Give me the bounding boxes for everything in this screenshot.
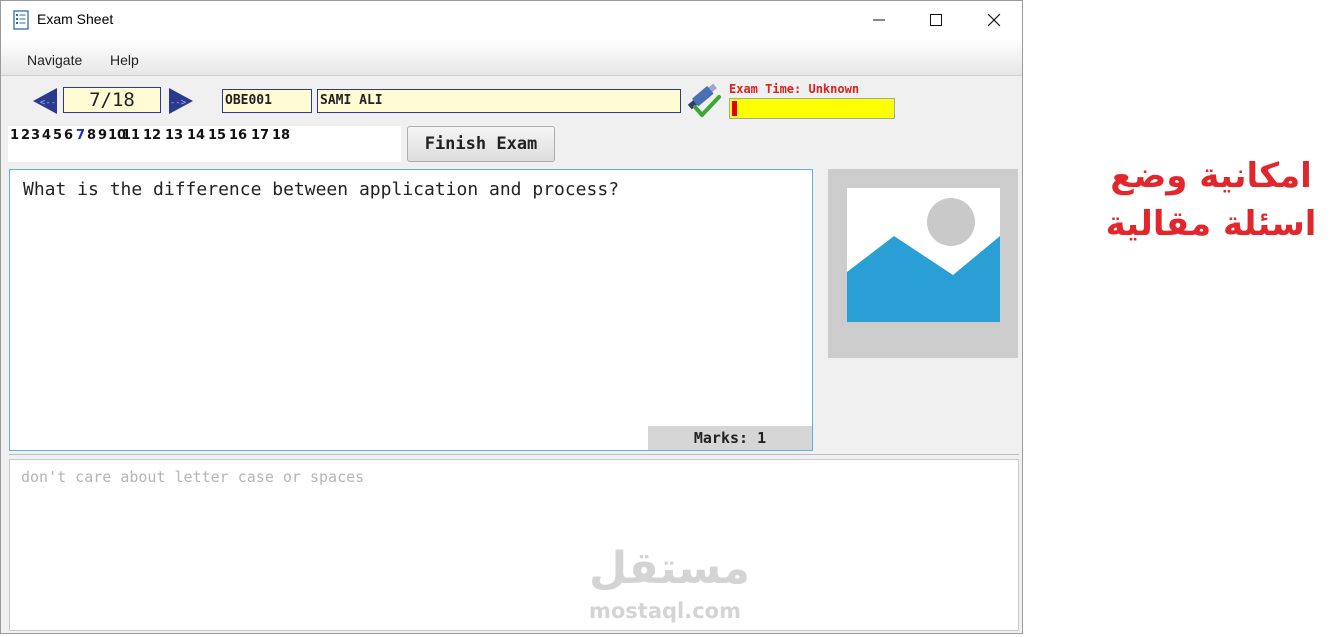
caption-line-2: اسئلة مقالية [1105,204,1317,244]
question-text: What is the difference between applicati… [23,179,620,200]
question-number-13[interactable]: 13 [165,128,183,143]
question-number-8[interactable]: 8 [87,128,96,143]
question-number-6[interactable]: 6 [64,128,73,143]
finish-exam-button[interactable]: Finish Exam [407,126,555,162]
question-number-17[interactable]: 17 [251,128,269,143]
minimize-icon [873,19,885,21]
question-number-14[interactable]: 14 [187,128,205,143]
answer-input[interactable]: don't care about letter case or spaces [9,459,1019,631]
question-number-7[interactable]: 7 [76,128,85,143]
question-panel: What is the difference between applicati… [9,169,813,451]
question-number-11[interactable]: 11 [122,128,140,143]
watermark-arabic: مستقل [589,543,750,594]
close-button[interactable] [965,1,1023,39]
close-icon [987,13,1001,27]
question-number-5[interactable]: 5 [53,128,62,143]
image-placeholder-icon [847,188,1000,322]
page-indicator: 7/18 [63,87,161,113]
question-image-panel [828,169,1018,358]
panel-divider [9,454,1019,455]
student-id-field: OBE001 [222,89,312,113]
window-title: Exam Sheet [37,11,114,27]
title-bar: Exam Sheet [1,1,1022,39]
question-number-2[interactable]: 2 [21,128,30,143]
menu-help[interactable]: Help [110,52,139,68]
menu-navigate[interactable]: Navigate [27,52,82,68]
usb-check-icon [687,83,721,117]
exam-time-label: Exam Time: Unknown [729,82,860,96]
minimize-button[interactable] [850,1,908,39]
feature-caption: امكانية وضع اسئلة مقالية [1104,152,1318,248]
exam-window: Exam Sheet Navigate Help <-- 7/18 --> OB… [0,0,1023,634]
prev-question-button[interactable]: <-- [33,88,57,114]
watermark-latin: mostaql.com [589,599,741,623]
next-label: --> [170,98,187,108]
question-number-list: 1 2 3 4 5 6 7 8 9 10 11 12 13 14 15 16 17 18 [8,126,401,162]
marks-label: Marks: 1 [648,426,812,450]
caption-line-1: امكانية وضع [1110,156,1312,196]
question-number-12[interactable]: 12 [143,128,161,143]
checklist-icon [13,10,29,30]
question-number-18[interactable]: 18 [272,128,290,143]
question-number-1[interactable]: 1 [10,128,19,143]
exam-time-progress-fill [732,101,737,116]
question-number-4[interactable]: 4 [42,128,51,143]
exam-time-progress [729,98,895,119]
menu-bar: Navigate Help [1,39,1022,76]
question-number-16[interactable]: 16 [229,128,247,143]
next-question-button[interactable]: --> [169,88,193,114]
prev-label: <-- [40,98,56,108]
maximize-icon [930,14,942,26]
student-name-field: SAMI ALI [317,89,681,113]
answer-placeholder: don't care about letter case or spaces [21,468,365,486]
maximize-button[interactable] [907,1,965,39]
question-number-15[interactable]: 15 [208,128,226,143]
question-number-9[interactable]: 9 [98,128,107,143]
question-number-3[interactable]: 3 [31,128,40,143]
